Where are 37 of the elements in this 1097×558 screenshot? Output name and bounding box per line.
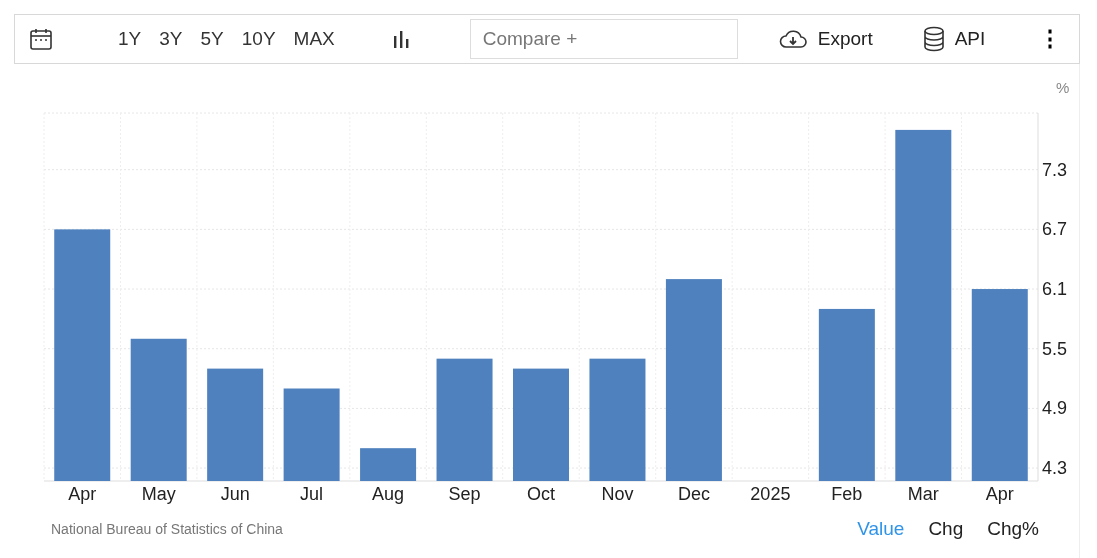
bar-chart-icon[interactable] bbox=[391, 30, 410, 48]
x-axis-label: Dec bbox=[677, 484, 710, 504]
view-tab[interactable]: Chg% bbox=[977, 518, 1049, 540]
database-icon bbox=[922, 26, 945, 52]
range-button[interactable]: 1Y bbox=[109, 28, 151, 50]
x-axis-label: Apr bbox=[985, 484, 1014, 504]
more-button[interactable]: ⋮ bbox=[1035, 26, 1065, 52]
calendar-icon[interactable] bbox=[29, 27, 53, 51]
y-axis-label: 6.7 bbox=[1042, 219, 1068, 240]
export-button[interactable]: Export bbox=[777, 28, 873, 50]
range-button[interactable]: 3Y bbox=[150, 28, 192, 50]
x-axis-label: Aug bbox=[372, 484, 405, 504]
y-axis-label: 7.3 bbox=[1042, 159, 1068, 180]
unit-label: % bbox=[1056, 79, 1070, 96]
y-axis-label: 5.5 bbox=[1042, 338, 1068, 359]
source-text: National Bureau of Statistics of China bbox=[51, 521, 283, 537]
x-axis-label: May bbox=[141, 484, 176, 504]
api-button[interactable]: API bbox=[922, 26, 986, 52]
range-button[interactable]: 10Y bbox=[232, 28, 285, 50]
x-axis-label: Apr bbox=[68, 484, 97, 504]
x-axis-label: Sep bbox=[448, 484, 481, 504]
range-button[interactable]: MAX bbox=[284, 28, 344, 50]
y-axis-label: 6.1 bbox=[1042, 279, 1068, 300]
bar bbox=[360, 448, 417, 481]
y-axis-label: 4.9 bbox=[1042, 398, 1068, 419]
x-axis-label: Mar bbox=[907, 484, 939, 504]
cloud-download-icon bbox=[777, 28, 808, 50]
x-axis-label: Feb bbox=[831, 484, 863, 504]
x-axis-label: Jun bbox=[220, 484, 250, 504]
compare-field[interactable]: Compare + bbox=[469, 19, 738, 59]
x-axis-label: 2025 bbox=[750, 484, 791, 504]
x-axis-label: Oct bbox=[527, 484, 555, 504]
range-button[interactable]: 5Y bbox=[191, 28, 233, 50]
x-axis-label: Nov bbox=[601, 484, 634, 504]
view-tab[interactable]: Chg bbox=[918, 518, 974, 540]
y-axis-label: 4.3 bbox=[1042, 458, 1068, 479]
x-axis-label: Jul bbox=[300, 484, 324, 504]
